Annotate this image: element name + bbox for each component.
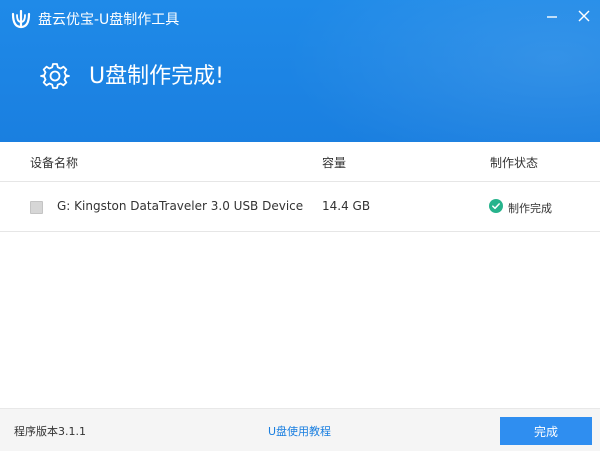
close-button[interactable] [572, 4, 596, 28]
footer: 程序版本3.1.1 U盘使用教程 完成 [0, 408, 600, 451]
table-row[interactable]: G: Kingston DataTraveler 3.0 USB Device … [0, 182, 600, 232]
column-header-capacity: 容量 [322, 156, 347, 170]
minimize-button[interactable] [540, 4, 564, 28]
column-header-device-name: 设备名称 [30, 156, 79, 170]
version-label: 程序版本3.1.1 [14, 425, 86, 438]
table-header: 设备名称 容量 制作状态 [0, 142, 600, 182]
done-button[interactable]: 完成 [500, 417, 592, 445]
gear-icon [40, 63, 70, 89]
close-icon [578, 10, 590, 22]
app-title: 盘云优宝-U盘制作工具 [38, 12, 180, 28]
banner-title: U盘制作完成! [89, 64, 224, 89]
device-checkbox[interactable] [30, 201, 43, 214]
minimize-icon [547, 16, 557, 18]
column-header-status: 制作状态 [490, 156, 539, 170]
device-status: 制作完成 [508, 202, 552, 215]
app-logo-icon [11, 9, 31, 29]
success-check-icon [489, 199, 503, 213]
tutorial-link[interactable]: U盘使用教程 [268, 423, 331, 439]
title-bar[interactable]: 盘云优宝-U盘制作工具 [0, 0, 600, 40]
device-capacity: 14.4 GB [322, 199, 371, 213]
device-name: G: Kingston DataTraveler 3.0 USB Device [57, 199, 304, 213]
header-banner: 盘云优宝-U盘制作工具 U盘制作完成! [0, 0, 600, 142]
